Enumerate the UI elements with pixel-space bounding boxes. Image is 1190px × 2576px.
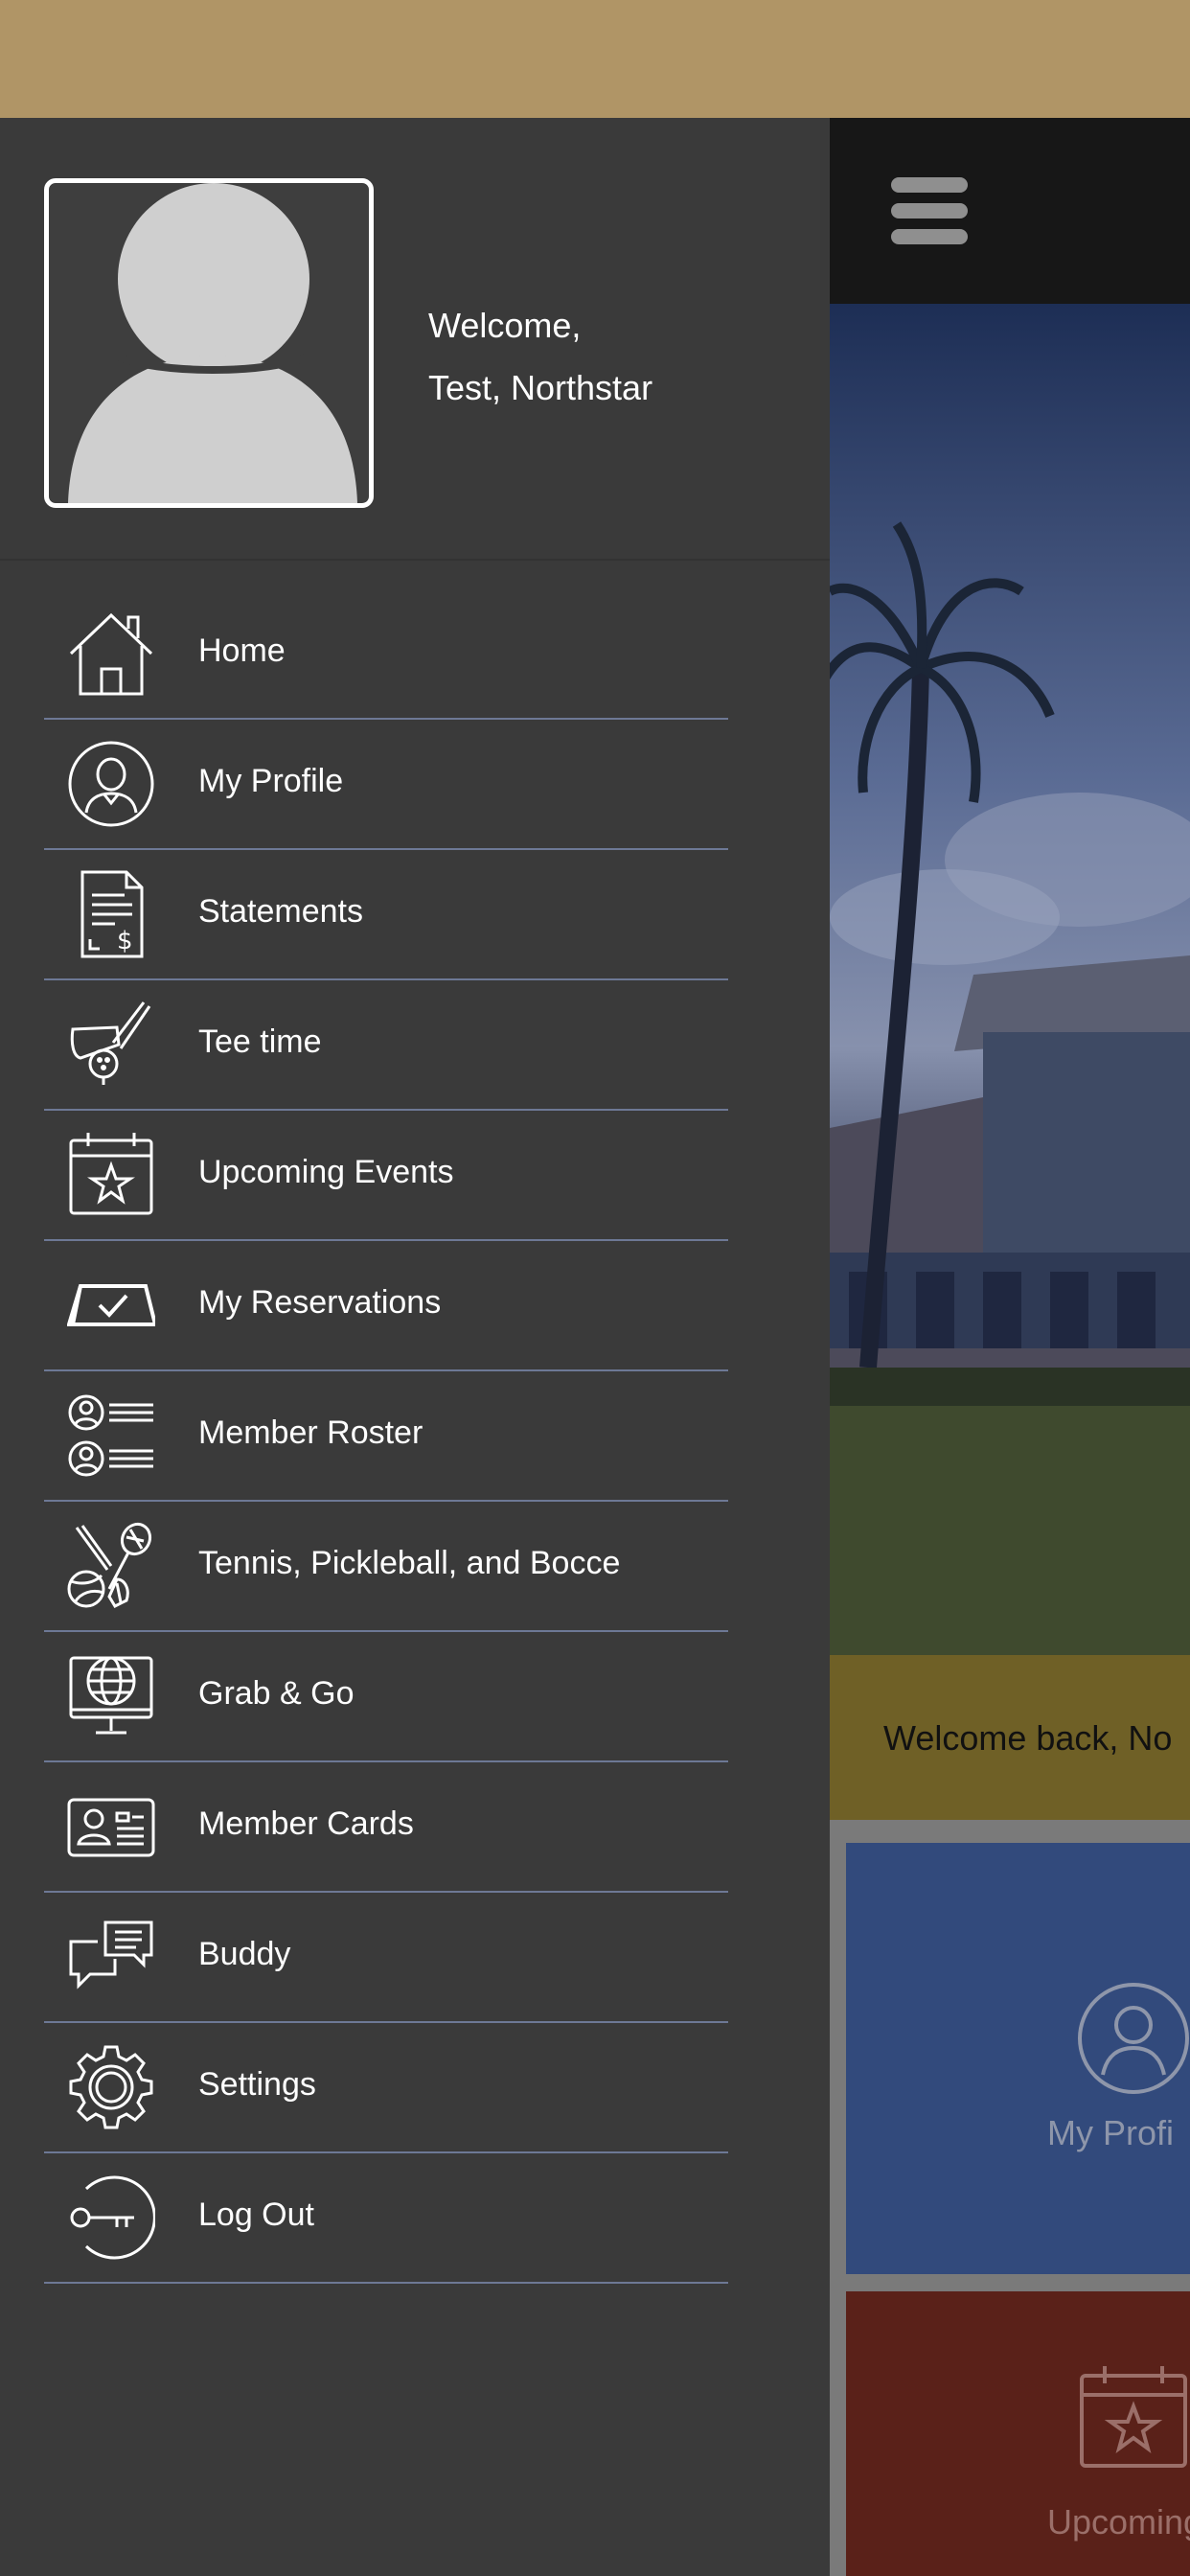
upcoming-events-tile[interactable]: Upcoming E bbox=[846, 2291, 1190, 2576]
racquet-sports-icon bbox=[67, 1522, 155, 1610]
status-bar bbox=[0, 0, 1190, 118]
menu-item-label: Tennis, Pickleball, and Bocce bbox=[198, 1545, 621, 1581]
home-icon bbox=[67, 610, 155, 698]
navigation-drawer: Welcome, Test, Northstar Home My Profile… bbox=[0, 118, 830, 2576]
menu-item-home[interactable]: Home bbox=[44, 589, 728, 720]
menu-item-label: Settings bbox=[198, 2066, 316, 2103]
user-name: Test, Northstar bbox=[428, 368, 653, 407]
my-profile-tile-label: My Profi bbox=[1047, 2113, 1175, 2152]
menu-item-log-out[interactable]: Log Out bbox=[44, 2153, 728, 2284]
menu-item-member-roster[interactable]: Member Roster bbox=[44, 1371, 728, 1502]
reservation-check-icon bbox=[67, 1261, 155, 1349]
menu-item-label: Upcoming Events bbox=[198, 1154, 454, 1190]
hamburger-menu-button[interactable] bbox=[891, 177, 968, 244]
app-screen: Welcome back, No My Profi Upcoming E bbox=[830, 118, 1190, 2576]
menu-item-member-cards[interactable]: Member Cards bbox=[44, 1762, 728, 1893]
menu-item-statements[interactable]: $ Statements bbox=[44, 850, 728, 980]
menu-item-label: Tee time bbox=[198, 1024, 322, 1060]
welcome-greeting: Welcome, bbox=[428, 306, 582, 345]
menu-item-label: Member Roster bbox=[198, 1414, 423, 1451]
menu-item-label: Grab & Go bbox=[198, 1675, 355, 1712]
profile-icon bbox=[1076, 1981, 1190, 2096]
menu-item-tee-time[interactable]: Tee time bbox=[44, 980, 728, 1111]
menu-item-label: Buddy bbox=[198, 1936, 291, 1972]
menu-item-my-profile[interactable]: My Profile bbox=[44, 720, 728, 850]
menu-item-label: Log Out bbox=[198, 2196, 314, 2233]
menu-item-tennis-pickleball-bocce[interactable]: Tennis, Pickleball, and Bocce bbox=[44, 1502, 728, 1632]
menu-item-buddy[interactable]: Buddy bbox=[44, 1893, 728, 2023]
calendar-star-icon bbox=[67, 1131, 155, 1219]
profile-icon bbox=[67, 740, 155, 828]
globe-monitor-icon bbox=[67, 1652, 155, 1740]
menu-item-label: Home bbox=[198, 632, 286, 669]
svg-text:$: $ bbox=[117, 927, 133, 955]
welcome-back-text: Welcome back, No bbox=[883, 1718, 1173, 1758]
app-header bbox=[830, 118, 1190, 304]
menu-item-label: My Reservations bbox=[198, 1284, 442, 1321]
drawer-menu: Home My Profile $ Statements Tee time Up… bbox=[44, 589, 728, 2284]
statement-icon: $ bbox=[67, 870, 155, 958]
upcoming-events-tile-label: Upcoming E bbox=[1047, 2502, 1190, 2542]
welcome-message: Welcome, Test, Northstar bbox=[428, 294, 652, 419]
menu-item-label: Statements bbox=[198, 893, 363, 930]
roster-icon bbox=[67, 1392, 155, 1480]
calendar-star-icon bbox=[1076, 2364, 1190, 2479]
id-card-icon bbox=[67, 1782, 155, 1871]
menu-item-settings[interactable]: Settings bbox=[44, 2023, 728, 2153]
gear-icon bbox=[67, 2043, 155, 2131]
welcome-banner: Welcome back, No bbox=[830, 1655, 1190, 1820]
menu-item-upcoming-events[interactable]: Upcoming Events bbox=[44, 1111, 728, 1241]
avatar[interactable] bbox=[44, 178, 374, 508]
key-icon bbox=[67, 2174, 155, 2262]
golf-icon bbox=[67, 1000, 155, 1089]
menu-item-label: Member Cards bbox=[198, 1806, 414, 1842]
my-profile-tile[interactable]: My Profi bbox=[846, 1843, 1190, 2274]
chat-icon bbox=[67, 1913, 155, 2001]
menu-item-grab-and-go[interactable]: Grab & Go bbox=[44, 1632, 728, 1762]
menu-item-label: My Profile bbox=[198, 763, 344, 799]
clubhouse-hero-image bbox=[830, 304, 1190, 1655]
menu-item-my-reservations[interactable]: My Reservations bbox=[44, 1241, 728, 1371]
drawer-header: Welcome, Test, Northstar bbox=[0, 118, 830, 561]
